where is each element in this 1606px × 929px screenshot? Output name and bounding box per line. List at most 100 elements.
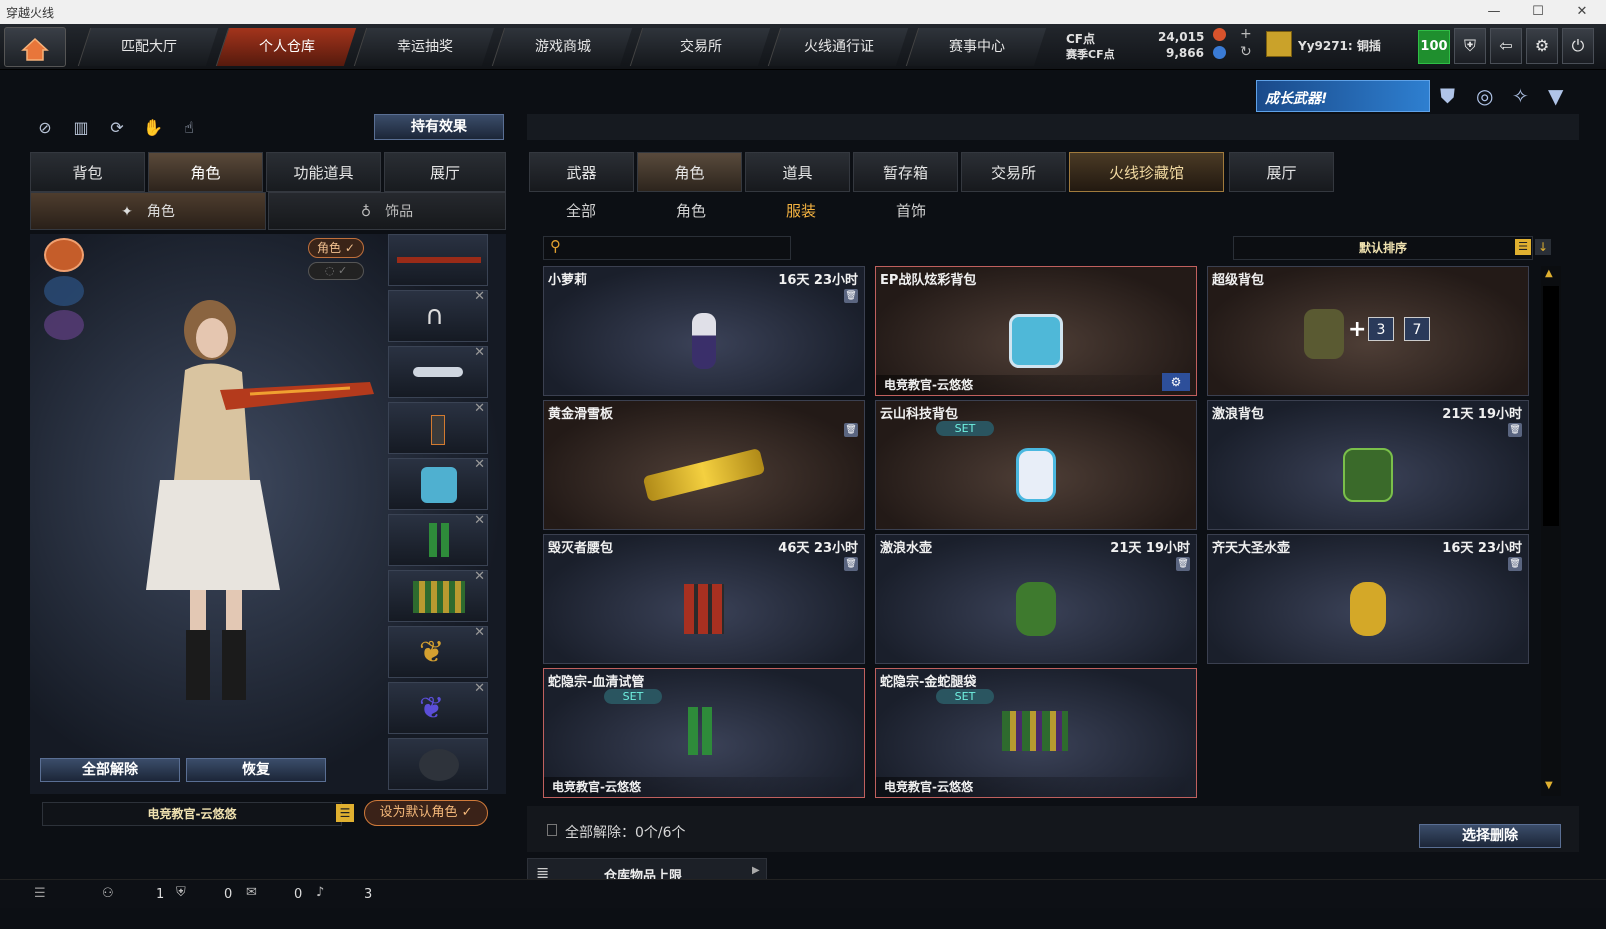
item-card[interactable]: 云山科技背包 SET	[875, 400, 1197, 530]
tab-exhibition[interactable]: 展厅	[1229, 152, 1334, 192]
item-card[interactable]: 毁灭者腰包 46天 23小时 🗑	[543, 534, 865, 664]
remove-slot-icon[interactable]: ✕	[474, 569, 485, 584]
minimize-button[interactable]: —	[1472, 0, 1516, 24]
sort-direction-icon[interactable]: ↓	[1535, 239, 1551, 255]
home-button[interactable]	[4, 27, 66, 67]
exit-button[interactable]: ⇦	[1490, 28, 1522, 64]
remove-slot-icon[interactable]: ✕	[474, 401, 485, 416]
trash-icon[interactable]: 🗑	[1176, 557, 1190, 571]
tab-match-lobby[interactable]: 匹配大厅	[77, 28, 219, 66]
trash-icon[interactable]: 🗑	[844, 423, 858, 437]
tab-showroom[interactable]: 展厅	[384, 152, 506, 192]
scroll-up-icon[interactable]: ▲	[1545, 268, 1553, 279]
slot-headset[interactable]: ✕ ∩	[388, 289, 488, 342]
friends-icon[interactable]: ⚇	[102, 886, 114, 901]
subtab-accessory[interactable]: ♁ 饰品	[268, 192, 506, 230]
character-name-field[interactable]: 电竞教官-云悠悠	[42, 802, 342, 826]
slot-goggles[interactable]: ✕	[388, 345, 488, 398]
tab-roles[interactable]: 角色	[637, 152, 742, 192]
tab-storage-box[interactable]: 暂存箱	[853, 152, 958, 192]
add-points-icon[interactable]: +	[1240, 26, 1252, 42]
rotate-icon[interactable]: ⟳	[104, 115, 130, 141]
release-all-button[interactable]: 全部解除	[40, 758, 180, 782]
scrollbar[interactable]: ▲ ▼	[1541, 266, 1561, 796]
remove-slot-icon[interactable]: ✕	[474, 681, 485, 696]
subtab-jewelry[interactable]: 首饰	[881, 200, 941, 224]
trash-icon[interactable]: 🗑	[844, 557, 858, 571]
shield-button[interactable]: ⛨	[1454, 28, 1486, 64]
sort-dropdown[interactable]: 默认排序	[1233, 236, 1533, 260]
tab-function-items[interactable]: 功能道具	[266, 152, 381, 192]
item-card[interactable]: 齐天大圣水壶 16天 23小时 🗑	[1207, 534, 1529, 664]
tab-weapons[interactable]: 武器	[529, 152, 634, 192]
tab-trade[interactable]: 交易所	[961, 152, 1066, 192]
v-logo-icon[interactable]: ▼	[1548, 84, 1563, 108]
list-icon[interactable]: ☰	[336, 804, 354, 822]
item-card[interactable]: 小萝莉 16天 23小时 🗑	[543, 266, 865, 396]
remove-slot-icon[interactable]: ✕	[474, 289, 485, 304]
character-badge[interactable]: 角色 ✓	[308, 238, 364, 258]
restore-button[interactable]: 恢复	[186, 758, 326, 782]
trash-icon[interactable]: 🗑	[1508, 557, 1522, 571]
set-default-character-button[interactable]: 设为默认角色 ✓	[364, 800, 488, 826]
tab-battle-pass[interactable]: 火线通行证	[767, 28, 909, 66]
tab-backpack[interactable]: 背包	[30, 152, 145, 192]
slot-pet-blue[interactable]: ✕ ❦	[388, 681, 488, 734]
subtab-roles[interactable]: 角色	[661, 200, 721, 224]
hold-effect-button[interactable]: 持有效果	[374, 114, 504, 140]
slot-empty[interactable]	[388, 738, 488, 790]
hide-toggle[interactable]: ◌ ✓	[308, 262, 364, 280]
trash-icon[interactable]: 🗑	[844, 289, 858, 303]
class-bird-icon[interactable]	[44, 310, 84, 340]
tab-collection-hall[interactable]: 火线珍藏馆	[1069, 152, 1224, 192]
checkbox-icon[interactable]	[547, 824, 557, 836]
guild-icon[interactable]: ⛨	[176, 885, 186, 900]
gesture-icon[interactable]: ☝	[176, 115, 202, 141]
slot-test-tube[interactable]: ✕	[388, 513, 488, 566]
remove-slot-icon[interactable]: ✕	[474, 345, 485, 360]
sort-list-icon[interactable]: ☰	[1515, 239, 1531, 255]
tab-exchange[interactable]: 交易所	[629, 28, 771, 66]
tab-tournament[interactable]: 赛事中心	[905, 28, 1047, 66]
item-card[interactable]: EP战队炫彩背包 电竞教官-云悠悠 ⚙	[875, 266, 1197, 396]
remove-slot-icon[interactable]: ✕	[474, 625, 485, 640]
slot-radio[interactable]: ✕	[388, 401, 488, 454]
slot-pet-gold[interactable]: ✕ ❦	[388, 625, 488, 678]
slot-leg-bag[interactable]: ✕	[388, 569, 488, 622]
item-card[interactable]: 黄金滑雪板 🗑	[543, 400, 865, 530]
growth-weapon-banner[interactable]: 成长武器!	[1256, 80, 1430, 112]
tab-lucky-draw[interactable]: 幸运抽奖	[353, 28, 495, 66]
menu-icon[interactable]: ☰	[34, 886, 46, 901]
item-card[interactable]: 蛇隐宗-血清试管 SET 电竞教官-云悠悠	[543, 668, 865, 798]
slot-backpack[interactable]: ✕	[388, 457, 488, 510]
close-button[interactable]: ✕	[1560, 0, 1604, 24]
remove-slot-icon[interactable]: ✕	[474, 513, 485, 528]
tab-items[interactable]: 道具	[745, 152, 850, 192]
settings-button[interactable]: ⚙	[1526, 28, 1558, 64]
toggle-off-icon[interactable]: ⊘	[32, 115, 58, 141]
remove-slot-icon[interactable]: ✕	[474, 457, 485, 472]
subtab-all[interactable]: 全部	[551, 200, 611, 224]
chat-icon[interactable]: ✉	[246, 885, 257, 900]
item-card[interactable]: 激浪背包 21天 19小时 🗑	[1207, 400, 1529, 530]
trash-icon[interactable]: 🗑	[1508, 423, 1522, 437]
tab-personal-warehouse[interactable]: 个人仓库	[215, 28, 357, 66]
subtab-outfits[interactable]: 服装	[771, 200, 831, 224]
globe-icon[interactable]: ◎	[1476, 84, 1493, 108]
select-delete-button[interactable]: 选择删除	[1419, 824, 1561, 848]
subtab-character[interactable]: ✦ 角色	[30, 192, 266, 230]
class-wing-icon[interactable]	[44, 276, 84, 306]
expand-arrow-icon[interactable]: ▶	[752, 865, 760, 876]
item-card[interactable]: 超级背包 + 3 7	[1207, 266, 1529, 396]
search-input[interactable]: ⚲	[543, 236, 791, 260]
slot-weapon[interactable]	[388, 234, 488, 286]
gear-icon[interactable]: ⚙	[1162, 373, 1190, 391]
pose-icon[interactable]: ✋	[140, 115, 166, 141]
tab-game-store[interactable]: 游戏商城	[491, 28, 633, 66]
scroll-down-icon[interactable]: ▼	[1545, 780, 1553, 791]
power-button[interactable]: ⏻	[1562, 28, 1594, 64]
maximize-button[interactable]: ☐	[1516, 0, 1560, 24]
item-card[interactable]: 蛇隐宗-金蛇腿袋 SET 电竞教官-云悠悠	[875, 668, 1197, 798]
speaker-icon[interactable]: ♪	[316, 885, 324, 900]
stats-icon[interactable]: ▥	[68, 115, 94, 141]
